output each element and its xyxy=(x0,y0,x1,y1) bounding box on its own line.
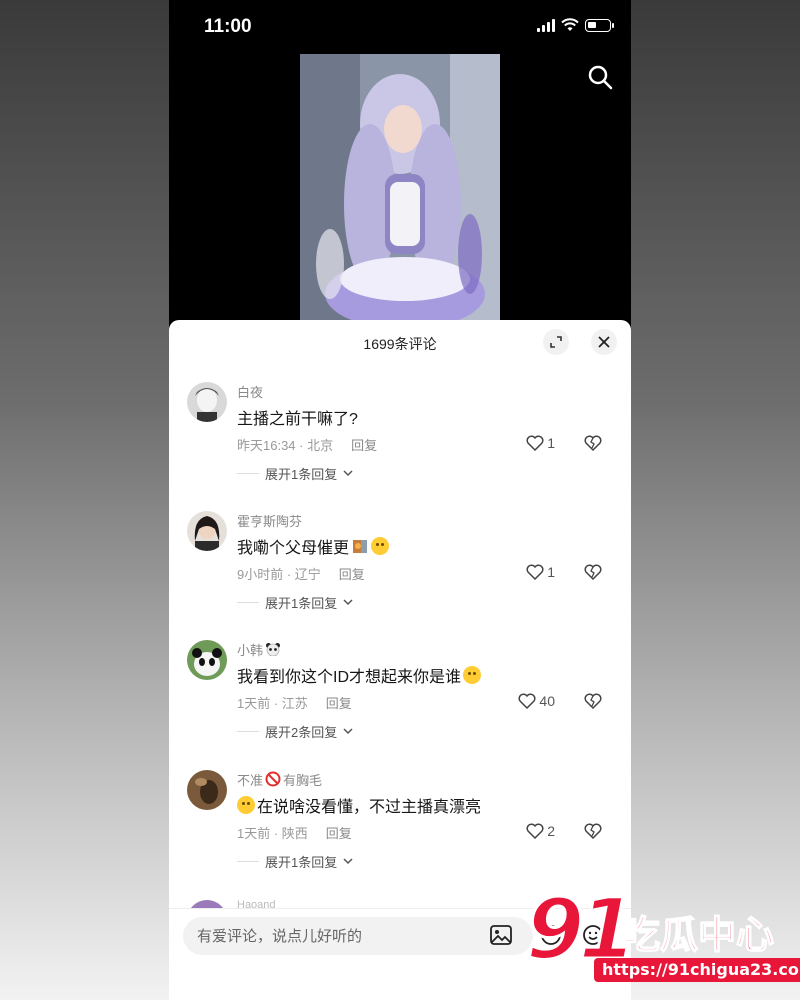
hot-face-emoji-icon xyxy=(371,537,390,555)
battery-icon xyxy=(585,18,614,32)
comment-username-text: 有胸毛 xyxy=(283,772,323,788)
expand-replies-label: 展开1条回复 xyxy=(265,854,338,870)
heart-icon xyxy=(526,435,544,451)
comments-header: 1699条评论 xyxy=(169,320,631,364)
expand-replies-label: 展开1条回复 xyxy=(265,466,338,482)
broken-heart-icon[interactable] xyxy=(584,435,602,451)
expand-replies-label: 展开1条回复 xyxy=(265,595,338,611)
expand-panel-button[interactable] xyxy=(543,329,569,355)
comment-text-content: 在说啥没看懂，不过主播真漂亮 xyxy=(257,799,482,816)
video-thumbnail[interactable] xyxy=(300,54,500,320)
comment-username[interactable]: 不准 有胸毛 xyxy=(237,770,617,788)
wifi-icon xyxy=(561,18,579,31)
cosplay-girl-image xyxy=(300,54,500,320)
broken-heart-icon[interactable] xyxy=(584,693,602,709)
prohibited-icon xyxy=(265,771,281,787)
status-icons xyxy=(537,18,614,32)
comment-username-text: 小韩 xyxy=(237,642,264,658)
phone-screen: 11:00 1699条评论 白夜 主播之前干嘛了? 昨天16:34 · 北京 回… xyxy=(169,0,631,1000)
comment-username-text: 不准 xyxy=(237,772,264,788)
heart-icon xyxy=(526,823,544,839)
comment-text: 在说啥没看懂，不过主播真漂亮 xyxy=(237,794,617,816)
confused-emoji-icon xyxy=(237,796,255,814)
chevron-down-icon xyxy=(343,728,353,735)
like-count: 2 xyxy=(547,823,555,839)
like-button[interactable]: 1 xyxy=(526,435,555,451)
comment-meta: 昨天16:34 · 北京 回复 1 xyxy=(237,435,617,453)
expand-replies-label: 展开2条回复 xyxy=(265,724,338,740)
chevron-down-icon xyxy=(343,858,353,865)
close-panel-button[interactable] xyxy=(591,329,617,355)
comment-text-content: 主播之前干嘛了? xyxy=(237,411,358,428)
avatar[interactable] xyxy=(187,511,227,551)
heart-icon xyxy=(518,693,536,709)
like-button[interactable]: 40 xyxy=(518,693,555,709)
expand-icon xyxy=(550,336,562,348)
status-bar: 11:00 xyxy=(169,0,631,54)
panda-emoji-icon xyxy=(266,643,281,656)
watermark-title: 吃瓜中心 xyxy=(621,912,775,958)
smile-emoji-icon xyxy=(463,666,482,684)
heart-icon xyxy=(526,564,544,580)
comment-username[interactable]: 白夜 xyxy=(237,382,617,400)
like-count: 40 xyxy=(539,693,555,709)
expand-replies[interactable]: 展开1条回复 xyxy=(237,464,617,482)
avatar[interactable] xyxy=(187,382,227,422)
reply-button[interactable]: 回复 xyxy=(326,826,352,841)
avatar[interactable] xyxy=(187,900,227,908)
comment-text-content: 我看到你这个ID才想起来你是谁 xyxy=(237,669,462,686)
reply-button[interactable]: 回复 xyxy=(326,696,352,711)
comment-time-location: 9小时前 · 辽宁 xyxy=(237,567,321,582)
like-button[interactable]: 2 xyxy=(526,823,555,839)
avatar[interactable] xyxy=(187,640,227,680)
status-time: 11:00 xyxy=(204,16,252,37)
comment-text: 主播之前干嘛了? xyxy=(237,406,617,428)
watermark-url: https://91chigua23.com xyxy=(594,958,800,982)
comment-time-location: 昨天16:34 · 北京 xyxy=(237,438,334,453)
comment-time-location: 1天前 · 江苏 xyxy=(237,696,308,711)
image-icon[interactable] xyxy=(489,923,513,947)
comment-time-location: 1天前 · 陕西 xyxy=(237,826,308,841)
comment-meta: 1天前 · 陕西 回复 2 xyxy=(237,823,617,841)
like-button[interactable]: 1 xyxy=(526,564,555,580)
like-count: 1 xyxy=(547,564,555,580)
comment-text: 我看到你这个ID才想起来你是谁 xyxy=(237,664,617,686)
broken-heart-icon[interactable] xyxy=(584,564,602,580)
chevron-down-icon xyxy=(343,599,353,606)
close-icon xyxy=(598,336,610,348)
cat-book-emoji-icon xyxy=(353,540,368,553)
reply-button[interactable]: 回复 xyxy=(339,567,365,582)
watermark-logo: 91 吃瓜中心 https://91chigua23.com xyxy=(525,879,800,990)
comment-username[interactable]: 小韩 xyxy=(237,640,617,658)
comment-input[interactable] xyxy=(183,917,533,955)
comment-username[interactable]: 霍亨斯陶芬 xyxy=(237,511,617,529)
expand-replies[interactable]: 展开2条回复 xyxy=(237,722,617,740)
reply-button[interactable]: 回复 xyxy=(351,438,377,453)
comment-text: 我嘞个父母催更 xyxy=(237,535,617,557)
broken-heart-icon[interactable] xyxy=(584,823,602,839)
expand-replies[interactable]: 展开1条回复 xyxy=(237,593,617,611)
comment-text-content: 我嘞个父母催更 xyxy=(237,540,350,557)
chevron-down-icon xyxy=(343,470,353,477)
search-icon[interactable] xyxy=(587,64,613,90)
comment-meta: 9小时前 · 辽宁 回复 1 xyxy=(237,564,617,582)
expand-replies[interactable]: 展开1条回复 xyxy=(237,852,617,870)
signal-icon xyxy=(537,18,555,32)
like-count: 1 xyxy=(547,435,555,451)
avatar[interactable] xyxy=(187,770,227,810)
comment-meta: 1天前 · 江苏 回复 40 xyxy=(237,693,617,711)
